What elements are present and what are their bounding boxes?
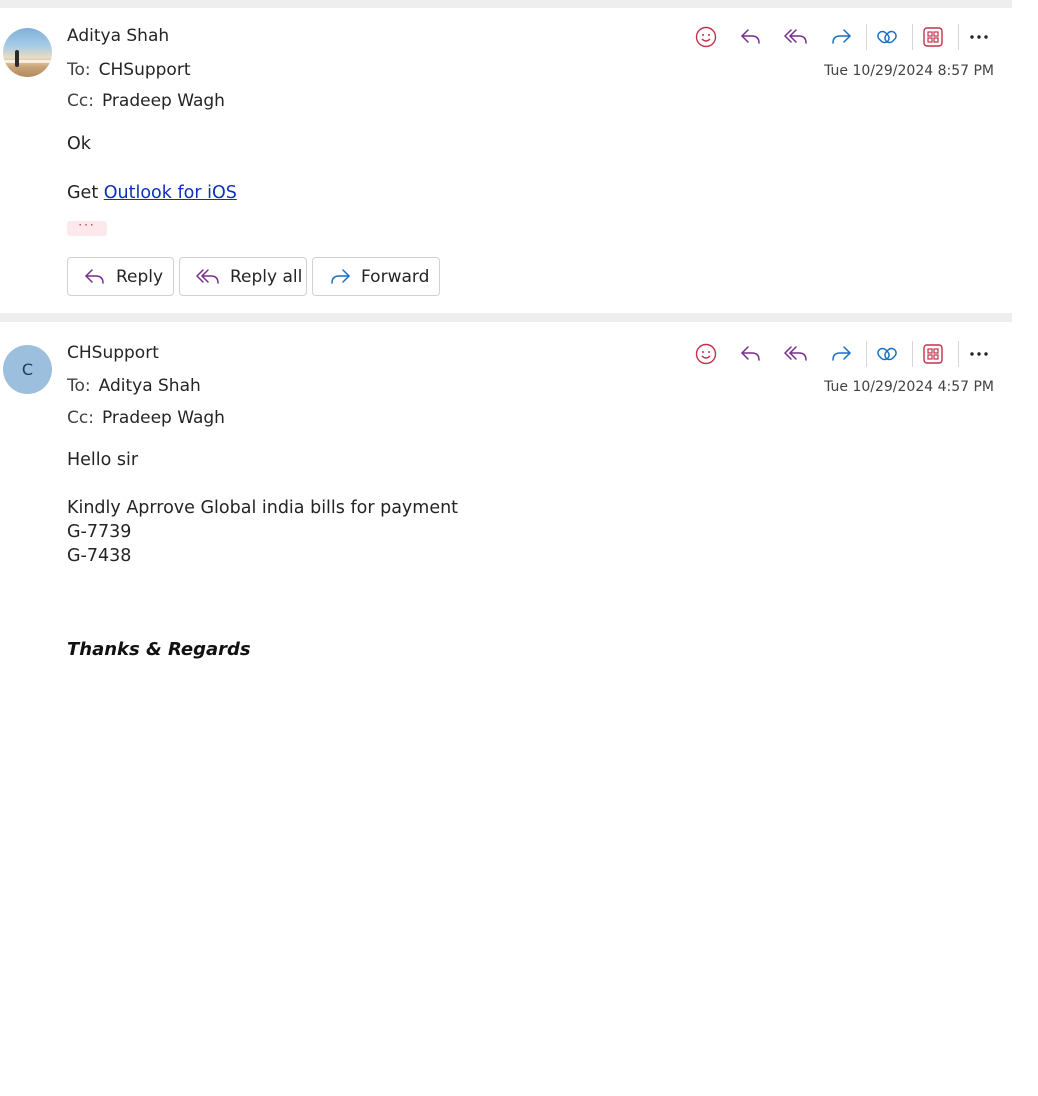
apps-icon — [923, 344, 943, 364]
cc-line: Cc: Pradeep Wagh — [67, 408, 225, 428]
divider — [912, 341, 913, 367]
message-chsupport: C CHSupport To: Aditya Shah Cc: Pradeep Wa… — [0, 0, 1012, 1096]
reply-icon-button[interactable] — [732, 340, 770, 368]
divider — [866, 341, 867, 367]
loop-icon — [877, 347, 897, 361]
more-icon — [970, 352, 988, 356]
reply-all-icon-button[interactable] — [777, 340, 815, 368]
body-line: G-7739 — [67, 522, 132, 542]
reply-all-icon — [784, 346, 807, 361]
apps-button[interactable] — [914, 340, 952, 368]
to-label: To: — [67, 376, 91, 396]
to-line: To: Aditya Shah — [67, 376, 201, 396]
cc-recipient[interactable]: Pradeep Wagh — [102, 408, 225, 428]
loop-button[interactable] — [868, 340, 906, 368]
forward-icon — [832, 346, 851, 361]
signature: Thanks & Regards — [67, 639, 251, 660]
smile-icon — [695, 343, 717, 365]
to-recipient[interactable]: Aditya Shah — [99, 376, 201, 396]
react-button[interactable] — [687, 340, 725, 368]
body-greeting: Hello sir — [67, 450, 139, 470]
divider — [958, 341, 959, 367]
sender-name[interactable]: CHSupport — [67, 343, 159, 363]
avatar[interactable]: C — [3, 345, 52, 394]
reply-icon — [741, 346, 760, 361]
cc-label: Cc: — [67, 408, 94, 428]
body-line: Kindly Aprrove Global india bills for pa… — [67, 498, 459, 518]
body-line: G-7438 — [67, 546, 132, 566]
forward-icon-button[interactable] — [822, 340, 860, 368]
more-actions-button[interactable] — [960, 340, 998, 368]
message-date: Tue 10/29/2024 4:57 PM — [824, 379, 994, 395]
message-actions — [680, 340, 998, 368]
